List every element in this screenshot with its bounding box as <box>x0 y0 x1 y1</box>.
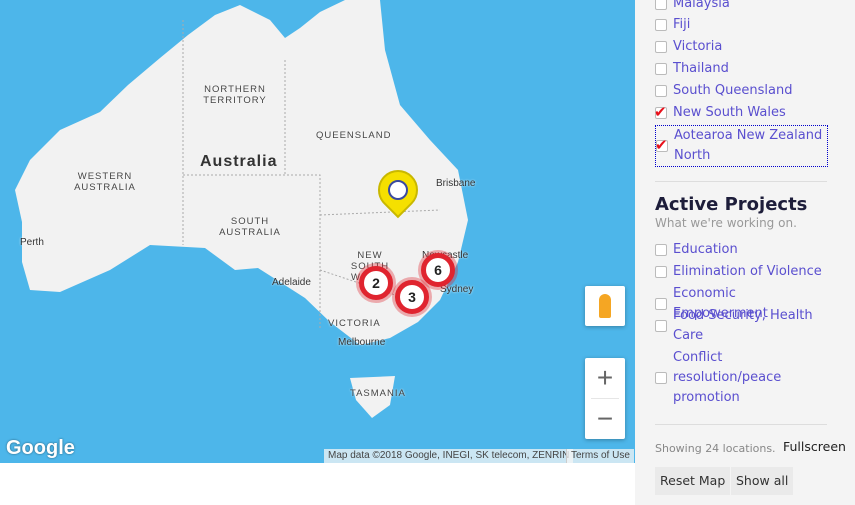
region-label: QUEENSLAND <box>316 130 392 141</box>
checkbox[interactable] <box>655 372 667 384</box>
fullscreen-link[interactable]: Fullscreen <box>783 439 846 454</box>
city-label: Brisbane <box>436 178 476 189</box>
filter-label: Elimination of Violence <box>673 264 822 279</box>
checkbox[interactable] <box>655 19 667 31</box>
projects-title: Active Projects <box>655 194 808 215</box>
filter-label: Conflict resolution/peace promotion <box>673 350 782 405</box>
region-label: WESTERN AUSTRALIA <box>74 171 136 193</box>
map-land <box>15 0 468 418</box>
city-label: Sydney <box>440 284 474 295</box>
filter-label: Food Security, Health Care <box>673 308 813 343</box>
google-logo: Google <box>6 437 75 459</box>
filter-thailand[interactable]: Thailand <box>655 59 830 79</box>
zoom-control: + − <box>585 358 625 439</box>
filter-label: South Queensland <box>673 83 793 98</box>
map-attribution: Map data ©2018 Google, INEGI, SK telecom… <box>324 449 574 463</box>
divider <box>655 181 827 182</box>
projects-subtitle: What we're working on. <box>655 216 797 230</box>
filter-education[interactable]: Education <box>655 240 830 260</box>
checkbox[interactable] <box>655 0 667 10</box>
filter-victoria[interactable]: Victoria <box>655 37 830 57</box>
filter-label: Malaysia <box>673 0 730 11</box>
location-count: Showing 24 locations. <box>655 442 776 455</box>
cluster-marker[interactable]: 6 <box>421 253 455 287</box>
pegman-icon[interactable] <box>585 286 625 326</box>
city-label: Perth <box>20 237 44 248</box>
checkbox-checked[interactable] <box>655 135 668 155</box>
region-label: VICTORIA <box>328 318 381 329</box>
map[interactable]: Australia NORTHERN TERRITORY QUEENSLAND … <box>0 0 635 463</box>
terms-link[interactable]: Terms of Use <box>566 449 634 463</box>
sidebar: Malaysia Fiji Victoria Thailand South Qu… <box>635 0 855 505</box>
checkbox[interactable] <box>655 63 667 75</box>
checkbox[interactable] <box>655 85 667 97</box>
checkbox[interactable] <box>655 266 667 278</box>
filter-aotearoa-nz-north[interactable]: Aotearoa New Zealand North <box>655 125 828 167</box>
filter-food-security[interactable]: Food Security, Health Care <box>655 306 815 346</box>
cluster-marker[interactable]: 3 <box>395 280 429 314</box>
filter-label: Thailand <box>673 61 729 76</box>
checkbox[interactable] <box>655 320 667 332</box>
checkbox[interactable] <box>655 41 667 53</box>
city-label: Melbourne <box>338 337 386 348</box>
filter-label: New South Wales <box>673 105 786 120</box>
filter-new-south-wales[interactable]: New South Wales <box>654 102 830 123</box>
show-all-button[interactable]: Show all <box>731 467 794 495</box>
checkbox[interactable] <box>655 244 667 256</box>
filter-fiji[interactable]: Fiji <box>655 15 830 35</box>
filter-label: Fiji <box>673 17 691 32</box>
filter-violence[interactable]: Elimination of Violence <box>655 262 830 282</box>
zoom-out-button[interactable]: − <box>585 399 625 439</box>
reset-map-button[interactable]: Reset Map <box>655 467 731 495</box>
city-label: Adelaide <box>272 277 311 288</box>
divider <box>655 424 827 425</box>
region-label: NORTHERN TERRITORY <box>203 84 267 106</box>
filter-label: Aotearoa New Zealand North <box>674 128 823 163</box>
filter-label: Education <box>673 242 738 257</box>
country-label: Australia <box>200 153 278 170</box>
checkbox-checked[interactable] <box>654 102 667 122</box>
filter-south-queensland[interactable]: South Queensland <box>655 81 830 101</box>
zoom-in-button[interactable]: + <box>585 358 625 398</box>
region-label: SOUTH AUSTRALIA <box>219 216 281 238</box>
cluster-marker[interactable]: 2 <box>359 266 393 300</box>
filter-malaysia[interactable]: Malaysia <box>655 0 830 14</box>
filter-label: Victoria <box>673 39 723 54</box>
filter-conflict[interactable]: Conflict resolution/peace promotion <box>655 348 785 408</box>
region-label: TASMANIA <box>350 388 406 399</box>
